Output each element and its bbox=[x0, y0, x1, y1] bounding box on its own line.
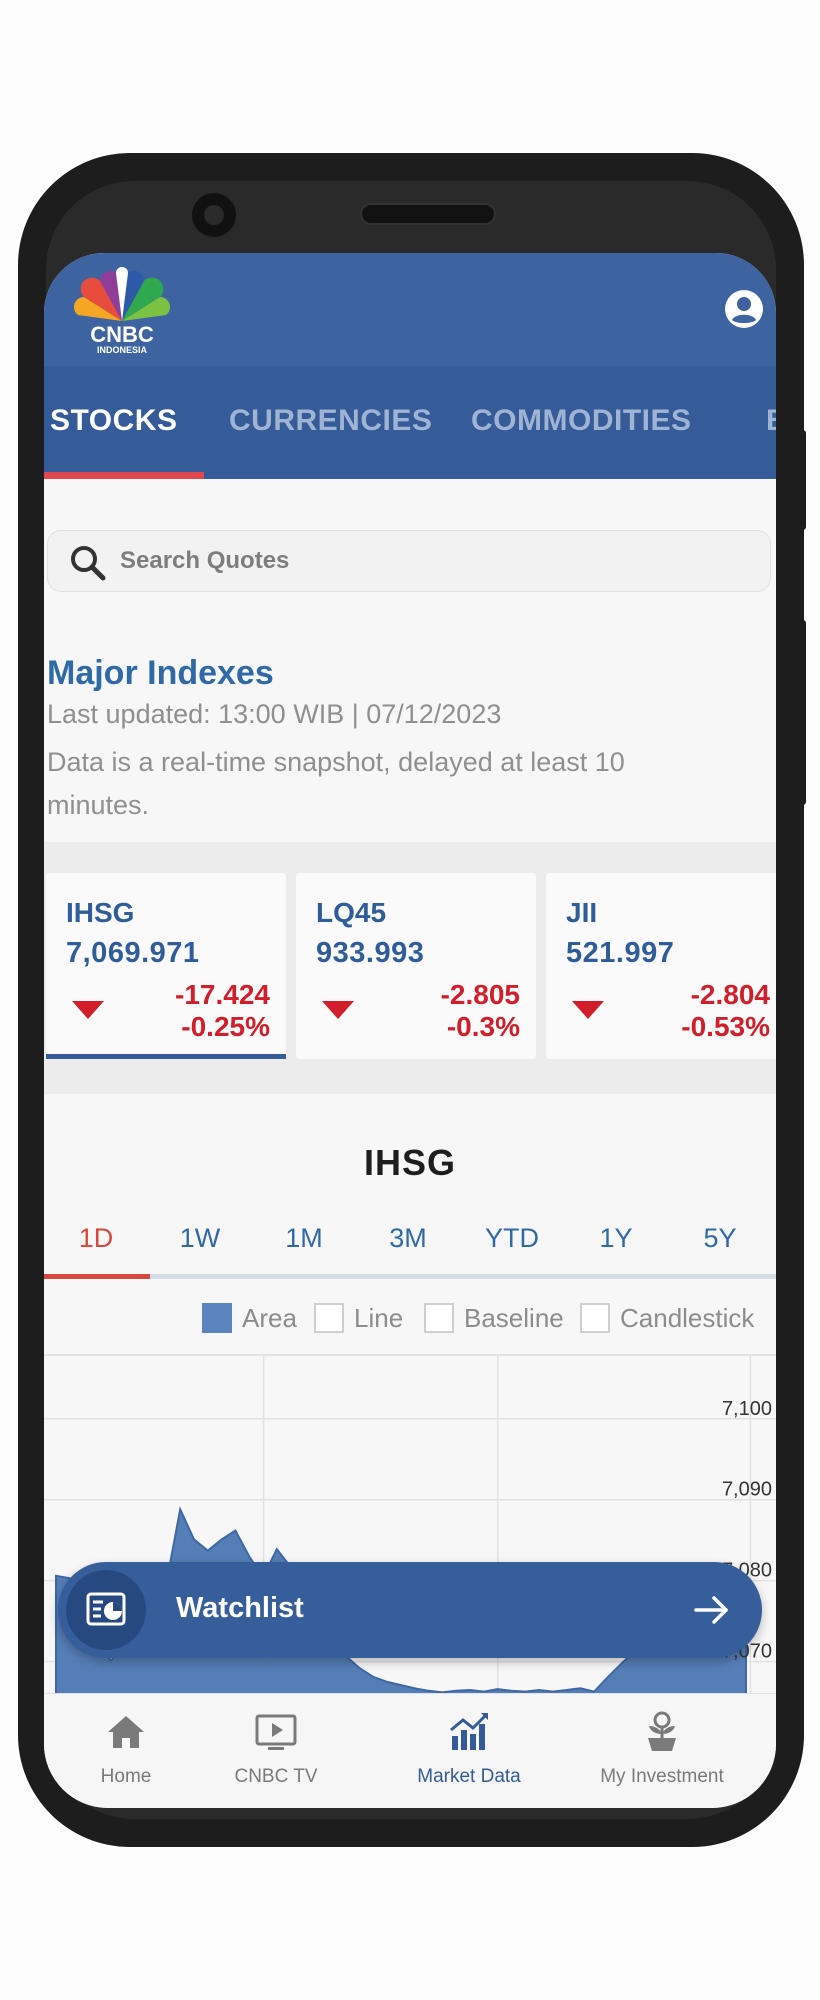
bottom-navigation: Home CNBC TV Market Data My Investment bbox=[44, 1693, 776, 1808]
period-ytd[interactable]: YTD bbox=[477, 1223, 547, 1254]
line-label: Line bbox=[354, 1303, 404, 1333]
index-card-jii[interactable]: JII 521.997 -2.804 -0.53% bbox=[546, 873, 776, 1059]
watchlist-label: Watchlist bbox=[176, 1592, 304, 1624]
search-placeholder: Search Quotes bbox=[120, 547, 290, 574]
baseline-checkbox[interactable] bbox=[424, 1303, 454, 1333]
front-camera bbox=[192, 193, 236, 237]
candlestick-checkbox[interactable] bbox=[580, 1303, 610, 1333]
index-card-lq45[interactable]: LQ45 933.993 -2.805 -0.3% bbox=[296, 873, 536, 1059]
last-updated-text: Last updated: 13:00 WIB | 07/12/2023 bbox=[47, 699, 502, 729]
period-1d[interactable]: 1D bbox=[61, 1223, 131, 1254]
nav-label: Market Data bbox=[417, 1766, 521, 1787]
nav-label: My Investment bbox=[600, 1766, 724, 1787]
nav-home[interactable]: Home bbox=[46, 1694, 206, 1808]
watchlist-icon bbox=[66, 1570, 146, 1650]
phone-side-button-volume bbox=[800, 620, 806, 805]
nav-label: CNBC TV bbox=[234, 1766, 318, 1787]
account-circle-icon[interactable] bbox=[724, 289, 764, 329]
earpiece-speaker bbox=[360, 203, 496, 225]
chart-type-selector: Area Line Baseline Candlestick bbox=[44, 1303, 776, 1335]
y-tick-label: 7,090 bbox=[722, 1479, 772, 1501]
nav-my-investment[interactable]: My Investment bbox=[582, 1694, 742, 1808]
logo-subtext: INDONESIA bbox=[97, 345, 148, 355]
delay-note: Data is a real-time snapshot, delayed at… bbox=[47, 747, 625, 820]
index-change: -17.424 bbox=[175, 979, 270, 1010]
index-value: 521.997 bbox=[566, 937, 675, 969]
index-change: -2.804 bbox=[690, 979, 770, 1010]
candlestick-label: Candlestick bbox=[620, 1303, 755, 1333]
index-value: 933.993 bbox=[316, 937, 425, 969]
cnbc-logo[interactable]: CNBC INDONESIA bbox=[72, 267, 172, 357]
index-card-ihsg[interactable]: IHSG 7,069.971 -17.424 -0.25% bbox=[46, 873, 286, 1059]
search-quotes-input[interactable]: Search Quotes bbox=[47, 530, 771, 592]
down-arrow-icon bbox=[572, 1001, 604, 1019]
major-indexes-title: Major Indexes bbox=[47, 654, 274, 692]
nav-label: Home bbox=[100, 1766, 152, 1787]
tab-currencies[interactable]: CURRENCIES bbox=[229, 404, 432, 438]
index-value: 7,069.971 bbox=[66, 937, 200, 969]
market-tabs: STOCKS CURRENCIES COMMODITIES B bbox=[44, 366, 776, 479]
baseline-label: Baseline bbox=[464, 1303, 564, 1333]
period-1m[interactable]: 1M bbox=[269, 1223, 339, 1254]
period-5y[interactable]: 5Y bbox=[685, 1223, 755, 1254]
search-icon bbox=[71, 546, 106, 581]
index-name: LQ45 bbox=[316, 897, 387, 928]
arrow-right-icon bbox=[694, 1596, 728, 1624]
market-chart-icon bbox=[450, 1712, 489, 1750]
y-tick-label: 7,100 bbox=[722, 1398, 772, 1420]
tab-commodities[interactable]: COMMODITIES bbox=[471, 404, 692, 438]
period-1w[interactable]: 1W bbox=[165, 1223, 235, 1254]
selected-card-indicator bbox=[46, 1054, 286, 1059]
investment-plant-icon bbox=[648, 1711, 676, 1751]
active-period-indicator bbox=[44, 1274, 150, 1279]
nav-market-data[interactable]: Market Data bbox=[389, 1694, 549, 1808]
tv-icon bbox=[255, 1714, 297, 1750]
index-change-percent: -0.25% bbox=[181, 1011, 270, 1042]
tab-partial[interactable]: B bbox=[766, 404, 776, 438]
watchlist-button[interactable]: Watchlist bbox=[58, 1562, 762, 1658]
index-change: -2.805 bbox=[440, 979, 520, 1010]
index-change-percent: -0.3% bbox=[446, 1011, 520, 1042]
period-1y[interactable]: 1Y bbox=[581, 1223, 651, 1254]
home-icon bbox=[108, 1716, 144, 1748]
app-header: CNBC INDONESIA bbox=[44, 253, 776, 366]
nav-cnbc-tv[interactable]: CNBC TV bbox=[196, 1694, 356, 1808]
area-checkbox[interactable] bbox=[202, 1303, 232, 1333]
active-tab-indicator bbox=[44, 472, 204, 479]
logo-text: CNBC bbox=[90, 322, 154, 347]
down-arrow-icon bbox=[322, 1001, 354, 1019]
area-label: Area bbox=[242, 1303, 297, 1333]
index-change-percent: -0.53% bbox=[681, 1011, 770, 1042]
chart-title: IHSG bbox=[363, 1142, 456, 1183]
period-3m[interactable]: 3M bbox=[373, 1223, 443, 1254]
down-arrow-icon bbox=[72, 1001, 104, 1019]
index-name: JII bbox=[566, 897, 598, 928]
tab-stocks[interactable]: STOCKS bbox=[50, 404, 177, 438]
period-track bbox=[44, 1274, 776, 1279]
line-checkbox[interactable] bbox=[314, 1303, 344, 1333]
phone-side-button-power bbox=[800, 430, 806, 530]
index-name: IHSG bbox=[66, 897, 135, 928]
app-screen: CNBC INDONESIA STOCKS CURRENCIES COMMODI… bbox=[44, 253, 776, 1808]
